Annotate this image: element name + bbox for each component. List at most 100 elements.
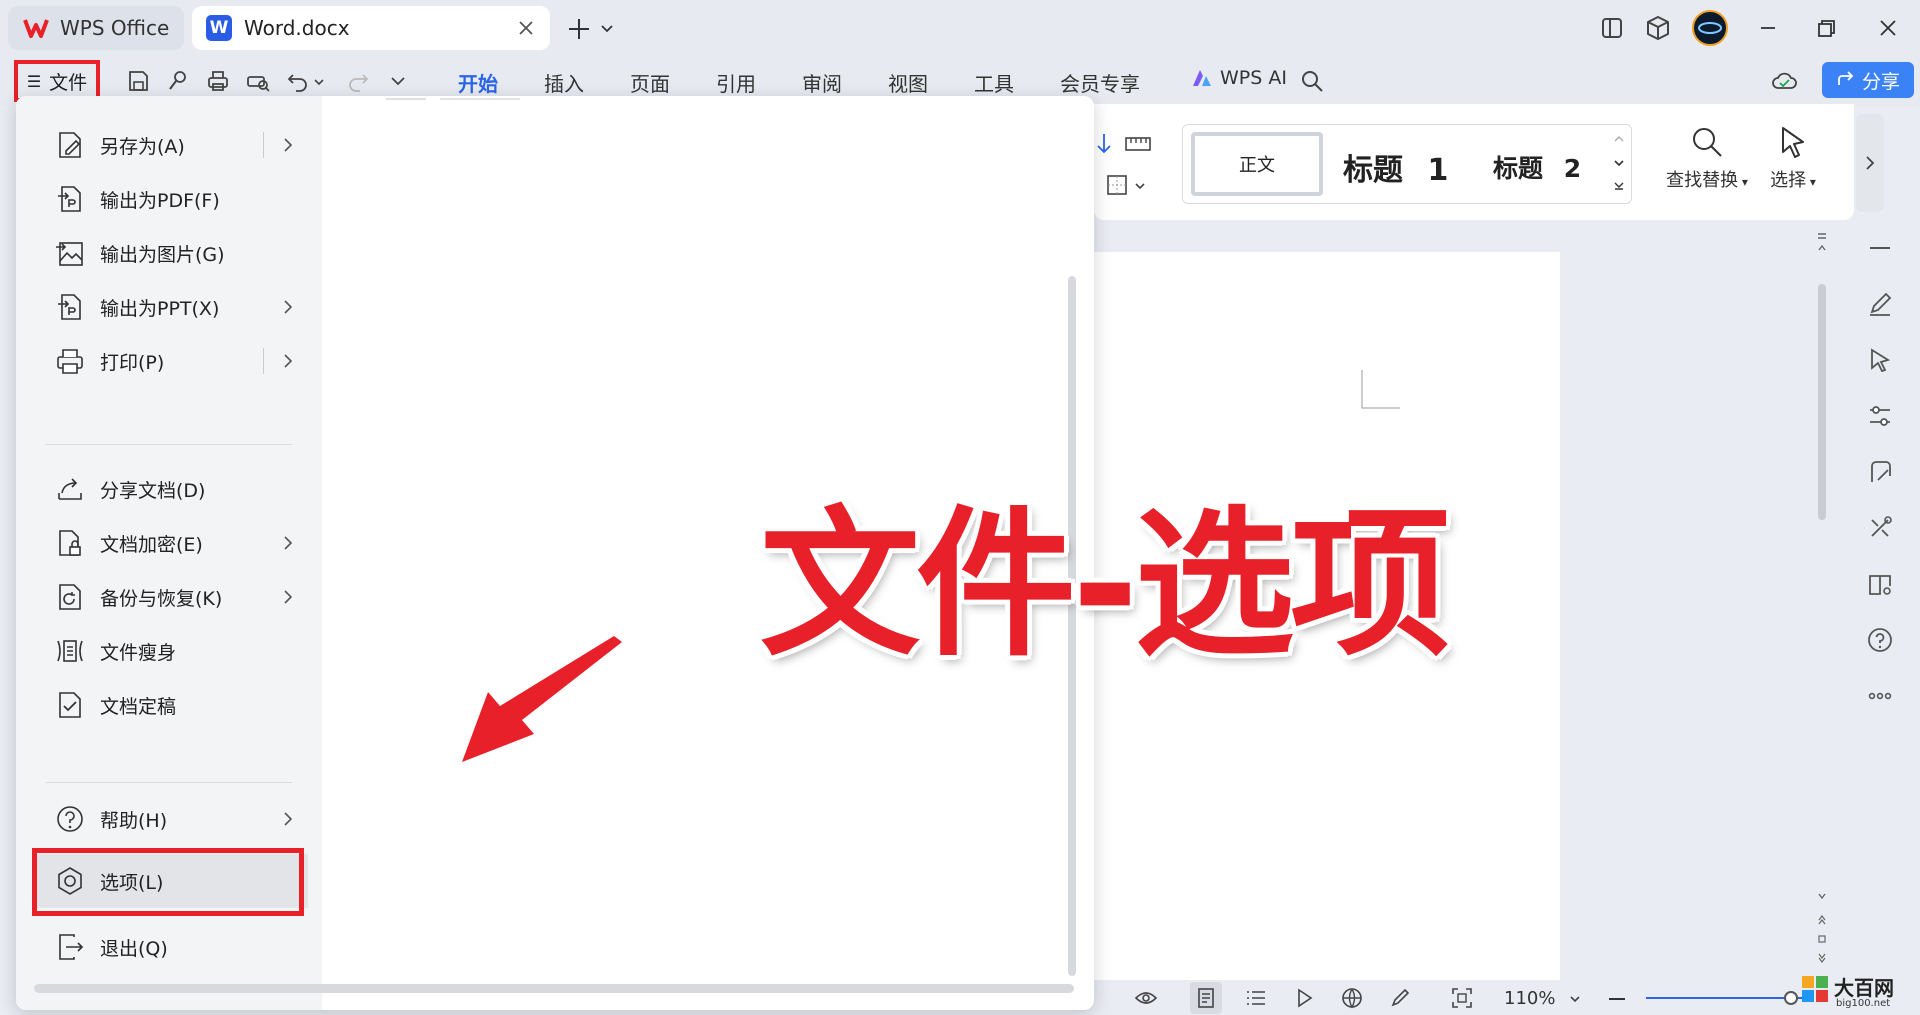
chevron-down-icon[interactable]: [1134, 180, 1146, 192]
select-button[interactable]: 选择 ▾: [1758, 124, 1828, 192]
tab-word-docx[interactable]: W Word.docx: [192, 6, 550, 50]
file-menu-sidebar: 另存为(A) 输出为PDF(F) 输出为图片(G) 输出为PPT(X) 打印(P…: [16, 96, 322, 1010]
tab-review[interactable]: 审阅: [802, 68, 842, 97]
tools-icon[interactable]: [1864, 512, 1896, 544]
print-preview-icon[interactable]: [244, 67, 272, 95]
minimize-icon[interactable]: [1752, 12, 1784, 44]
avatar[interactable]: [1692, 10, 1728, 46]
chevron-right-icon: [1866, 156, 1875, 170]
style-normal[interactable]: 正文: [1191, 132, 1323, 196]
tab-references[interactable]: 引用: [716, 68, 756, 97]
style-heading-2-number: 2: [1563, 154, 1582, 183]
fit-page-icon[interactable]: [1450, 986, 1474, 1010]
undo-dropdown-icon[interactable]: [312, 67, 326, 95]
file-panel-hscrollbar[interactable]: [34, 984, 1074, 993]
vertical-scrollbar[interactable]: [1812, 228, 1832, 998]
style-heading-2[interactable]: 标题 2: [1493, 149, 1581, 185]
chevron-right-icon[interactable]: [278, 809, 298, 829]
chevron-down-icon[interactable]: [600, 22, 614, 36]
backup-icon: [59, 584, 81, 610]
redo-icon[interactable]: [344, 67, 372, 95]
restore-icon[interactable]: [1810, 12, 1842, 44]
menu-finalize[interactable]: 文档定稿: [32, 678, 308, 732]
new-tab-plus-icon[interactable]: [566, 16, 592, 42]
ribbon-toolbar: 正文 标题 1 标题 2 查找替换 ▾ 选择 ▾: [1094, 104, 1854, 220]
tab-insert[interactable]: 插入: [544, 68, 584, 97]
style-heading-1[interactable]: 标题 1: [1343, 145, 1448, 189]
tab-wps-office[interactable]: WPS Office: [8, 6, 184, 50]
collapse-rail-icon[interactable]: [1864, 232, 1896, 264]
share-button[interactable]: 分享: [1822, 62, 1914, 98]
chevron-right-icon[interactable]: [278, 587, 298, 607]
ribbon-more-button[interactable]: [1856, 114, 1884, 212]
export-ppt-icon: [58, 294, 81, 320]
more-options-icon[interactable]: [1864, 680, 1896, 712]
zoom-out-icon[interactable]: [1606, 988, 1628, 1010]
chevron-right-icon[interactable]: [278, 533, 298, 553]
more-quick-access-icon[interactable]: [384, 67, 412, 95]
chevron-right-icon[interactable]: [278, 297, 298, 317]
outline-view-icon[interactable]: [1244, 986, 1268, 1010]
tab-tools[interactable]: 工具: [974, 68, 1014, 97]
cloud-sync-icon[interactable]: [1770, 67, 1798, 95]
chevron-right-icon[interactable]: [278, 135, 298, 155]
style-scroll-icon[interactable]: [1611, 129, 1627, 199]
reading-mode-icon[interactable]: [1596, 12, 1628, 44]
ruler-icon[interactable]: [1124, 132, 1152, 156]
wps-ai-button[interactable]: WPS AI: [1190, 66, 1287, 90]
chevron-down-icon: ▾: [1738, 175, 1748, 189]
help-icon[interactable]: [1864, 624, 1896, 656]
menu-file-slim[interactable]: 文件瘦身: [32, 624, 308, 678]
menu-print[interactable]: 打印(P): [32, 334, 308, 388]
page-view-icon[interactable]: [1194, 986, 1218, 1010]
chevron-right-icon[interactable]: [278, 351, 298, 371]
close-tab-icon[interactable]: [514, 16, 538, 40]
zoom-slider-track[interactable]: [1646, 997, 1802, 999]
menu-share-document[interactable]: 分享文档(D): [32, 462, 308, 516]
menu-help[interactable]: 帮助(H): [32, 792, 308, 846]
menu-export-image[interactable]: 输出为图片(G): [32, 226, 308, 280]
zoom-slider-thumb[interactable]: [1784, 991, 1798, 1005]
tab-view[interactable]: 视图: [888, 68, 928, 97]
tab-label: WPS Office: [60, 16, 170, 40]
book-read-icon[interactable]: [1864, 568, 1896, 600]
cursor-icon[interactable]: [1864, 344, 1896, 376]
watermark: 大百网 big100.net: [1800, 972, 1916, 1012]
border-icon[interactable]: [1106, 174, 1128, 196]
menu-encrypt[interactable]: 文档加密(E): [32, 516, 308, 570]
format-painter-icon[interactable]: [164, 67, 192, 95]
tab-home-start[interactable]: 开始: [458, 68, 498, 97]
cube-icon[interactable]: [1642, 12, 1674, 44]
watermark-url: big100.net: [1836, 998, 1891, 1009]
eye-icon[interactable]: [1134, 986, 1158, 1010]
ai-writing-icon[interactable]: [1864, 456, 1896, 488]
tab-label: Word.docx: [244, 16, 350, 40]
style-heading-2-label: 标题: [1493, 154, 1544, 183]
menu-backup-restore[interactable]: 备份与恢复(K): [32, 570, 308, 624]
pen-edit-icon[interactable]: [1864, 288, 1896, 320]
chevron-down-icon[interactable]: [1568, 992, 1582, 1006]
menu-export-ppt[interactable]: 输出为PPT(X): [32, 280, 308, 334]
scroll-up-icon[interactable]: [1816, 228, 1828, 268]
print-icon[interactable]: [204, 67, 232, 95]
zoom-level[interactable]: 110%: [1504, 988, 1555, 1009]
tab-member[interactable]: 会员专享: [1060, 68, 1140, 97]
pen-icon[interactable]: [1388, 986, 1412, 1010]
menu-export-pdf[interactable]: 输出为PDF(F): [32, 172, 308, 226]
scrollbar-thumb[interactable]: [1818, 284, 1826, 520]
web-view-icon[interactable]: [1340, 986, 1364, 1010]
close-window-icon[interactable]: [1872, 12, 1904, 44]
play-icon[interactable]: [1292, 986, 1316, 1010]
tab-page[interactable]: 页面: [630, 68, 670, 97]
adjust-sliders-icon[interactable]: [1864, 400, 1896, 432]
menu-item-label: 退出(Q): [100, 937, 168, 960]
menu-save-as[interactable]: 另存为(A): [32, 118, 308, 172]
undo-icon[interactable]: [284, 67, 312, 95]
save-icon[interactable]: [124, 67, 152, 95]
find-replace-button[interactable]: 查找替换 ▾: [1662, 124, 1752, 192]
menu-item-label: 帮助(H): [100, 809, 168, 832]
search-icon[interactable]: [1298, 67, 1326, 95]
sort-icon[interactable]: [1094, 132, 1114, 156]
divider: [263, 348, 264, 374]
menu-exit[interactable]: 退出(Q): [32, 920, 308, 974]
